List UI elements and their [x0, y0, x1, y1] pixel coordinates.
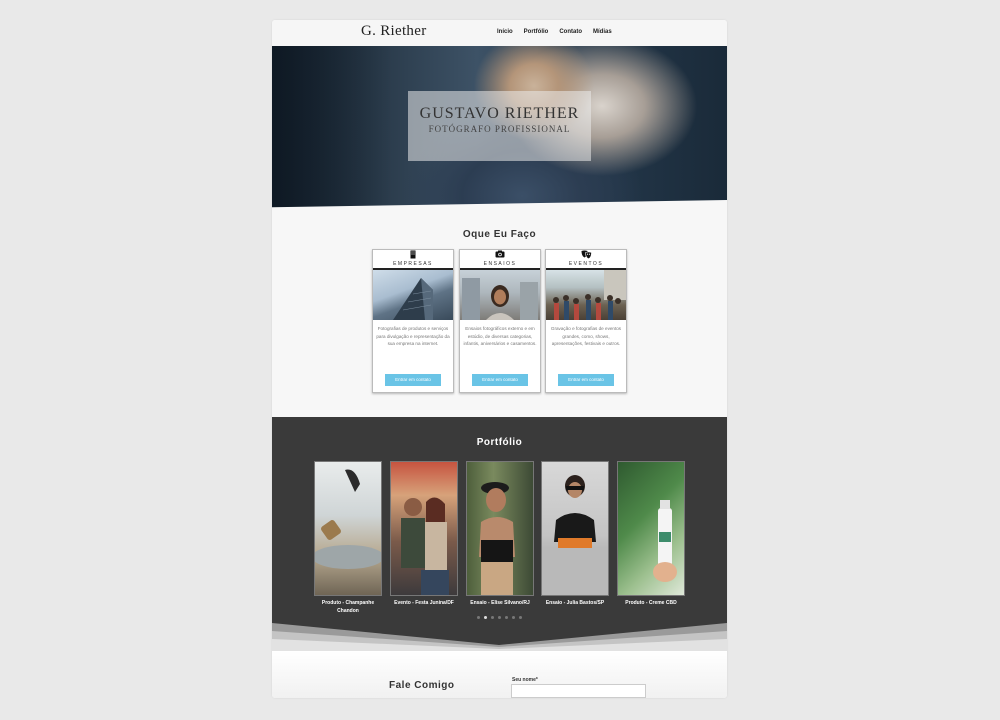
- service-card-image: [546, 270, 626, 320]
- service-card-title: ENSAIOS: [460, 261, 540, 270]
- services-title: Oque Eu Faço: [462, 229, 537, 240]
- name-label: Seu nome*: [512, 677, 538, 683]
- header: G. Riether Início Portfólio Contato Mídi…: [272, 20, 727, 46]
- service-card-eventos: EVENTOS Gravação e fotografias de evento…: [545, 249, 627, 393]
- hero-photo: [272, 46, 392, 208]
- contact-button[interactable]: Entrar em contato: [558, 374, 614, 386]
- contact-section: Fale Comigo Seu nome*: [272, 651, 727, 698]
- portfolio-image[interactable]: [312, 461, 384, 596]
- nav-item-midias[interactable]: Mídias: [593, 29, 612, 35]
- portfolio-item[interactable]: Ensaio - Julia Bastos/SP: [541, 461, 609, 607]
- nav-item-contato[interactable]: Contato: [559, 29, 582, 35]
- portfolio-caption: Produto - Champanhe Chandon: [321, 600, 375, 614]
- hero-banner: GUSTAVO RIETHER FOTÓGRAFO PROFISSIONAL: [272, 46, 727, 208]
- logo[interactable]: G. Riether: [361, 23, 426, 40]
- portfolio-item[interactable]: Produto - Champanhe Chandon: [312, 461, 384, 615]
- portfolio-section: Portfólio Produto - Champanhe Chandon Ev…: [272, 417, 727, 645]
- service-card-empresas: EMPRESAS Fotografias de produtos e servi…: [372, 249, 454, 393]
- service-card-image: [460, 270, 540, 320]
- contact-button[interactable]: Entrar em contato: [385, 374, 441, 386]
- portfolio-image[interactable]: [466, 461, 534, 596]
- camera-icon: [460, 250, 540, 261]
- service-card-ensaios: ENSAIOS Ensaios fotográficos externo e e…: [459, 249, 541, 393]
- page-frame: G. Riether Início Portfólio Contato Mídi…: [272, 20, 727, 698]
- portfolio-caption: Produto - Creme CBD: [625, 600, 677, 606]
- portfolio-item[interactable]: Produto - Creme CBD: [617, 461, 685, 607]
- service-card-description: Fotografias de produtos e serviços para …: [376, 326, 450, 346]
- service-card-title: EVENTOS: [546, 261, 626, 270]
- building-icon: [373, 250, 453, 261]
- theater-masks-icon: [546, 250, 626, 261]
- carousel-dot[interactable]: [519, 616, 522, 619]
- hero-title: GUSTAVO RIETHER: [419, 105, 580, 122]
- contact-button[interactable]: Entrar em contato: [472, 374, 528, 386]
- carousel-dots: [272, 616, 727, 619]
- service-card-image: [373, 270, 453, 320]
- hero-subtitle: FOTÓGRAFO PROFISSIONAL: [428, 124, 571, 134]
- section-divider: [272, 623, 727, 651]
- nav-item-portfolio[interactable]: Portfólio: [524, 29, 549, 35]
- portfolio-image[interactable]: [617, 461, 685, 596]
- carousel-dot[interactable]: [498, 616, 501, 619]
- carousel-dot-active[interactable]: [484, 616, 487, 619]
- hero-title-box: GUSTAVO RIETHER FOTÓGRAFO PROFISSIONAL: [408, 91, 591, 161]
- carousel-dot[interactable]: [491, 616, 494, 619]
- service-card-description: Gravação e fotografias de eventos grande…: [550, 326, 622, 346]
- service-card-description: Ensaios fotográficos externo e em estúdi…: [463, 326, 537, 346]
- service-card-title: EMPRESAS: [373, 261, 453, 270]
- portfolio-caption: Ensaio - Elise Silvano/RJ: [470, 600, 530, 606]
- carousel-dot[interactable]: [505, 616, 508, 619]
- nav-item-inicio[interactable]: Início: [497, 29, 513, 35]
- portfolio-image[interactable]: [390, 461, 458, 596]
- portfolio-title: Portfólio: [476, 437, 523, 448]
- name-field[interactable]: [511, 684, 646, 698]
- portfolio-item[interactable]: Evento - Festa Junina/DF: [390, 461, 458, 607]
- portfolio-caption: Evento - Festa Junina/DF: [394, 600, 454, 606]
- main-nav: Início Portfólio Contato Mídias: [497, 29, 612, 35]
- portfolio-image[interactable]: [541, 461, 609, 596]
- carousel-dot[interactable]: [512, 616, 515, 619]
- portfolio-item[interactable]: Ensaio - Elise Silvano/RJ: [466, 461, 534, 607]
- portfolio-caption: Ensaio - Julia Bastos/SP: [545, 600, 605, 606]
- contact-title: Fale Comigo: [389, 680, 455, 691]
- carousel-dot[interactable]: [477, 616, 480, 619]
